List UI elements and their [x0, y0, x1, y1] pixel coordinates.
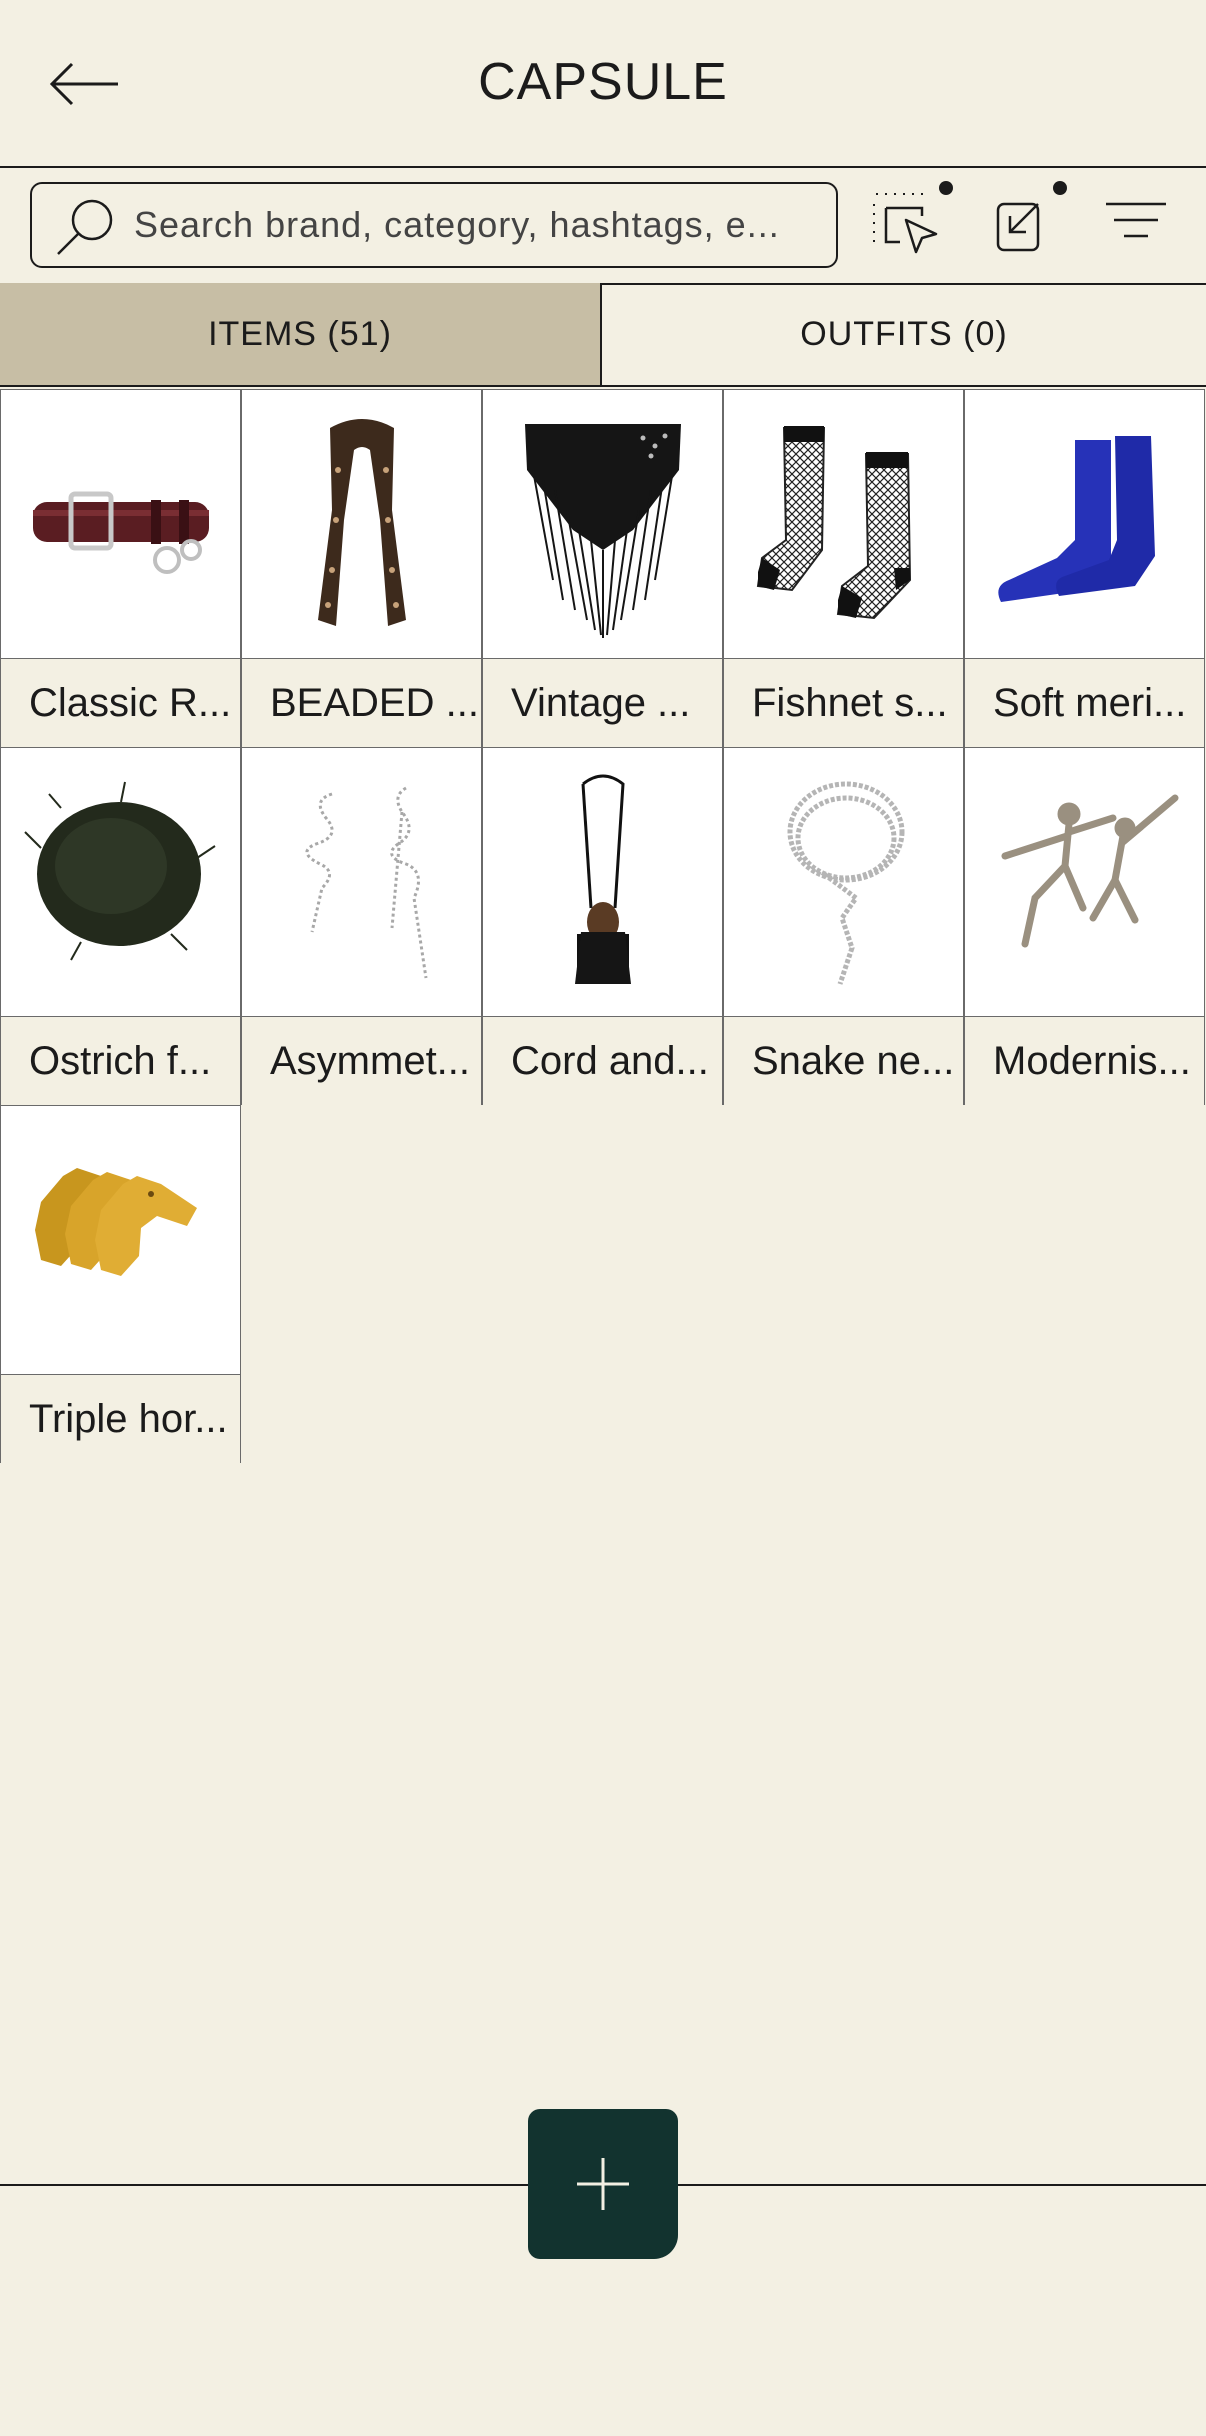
item-card[interactable]: Classic R... [0, 389, 241, 748]
item-card[interactable]: Asymmet... [241, 747, 482, 1106]
plus-icon [577, 2158, 629, 2210]
blue-socks-icon [998, 436, 1155, 602]
tab-items[interactable]: ITEMS (51) [0, 283, 602, 385]
item-image [1, 748, 240, 1016]
item-image [724, 390, 963, 658]
asymmetric-earrings-icon [305, 786, 428, 979]
search-input[interactable] [134, 184, 824, 266]
select-cursor-icon [873, 181, 953, 254]
item-image [965, 748, 1204, 1016]
select-button[interactable] [866, 176, 956, 266]
filter-button[interactable] [1100, 190, 1180, 260]
fringe-shawl-icon [525, 424, 681, 638]
item-image [1, 390, 240, 658]
tab-bar: ITEMS (51) OUTFITS (0) [0, 283, 1206, 387]
item-label: Fishnet s... [724, 658, 963, 748]
divider [0, 385, 1206, 387]
item-image [724, 748, 963, 1016]
item-label: Ostrich f... [1, 1016, 240, 1106]
item-image [483, 748, 722, 1016]
item-image [242, 748, 481, 1016]
item-label: Triple hor... [1, 1374, 240, 1464]
search-icon [57, 199, 113, 255]
item-card[interactable]: Cord and... [482, 747, 723, 1106]
item-card[interactable]: Modernis... [964, 747, 1205, 1106]
share-arrow-icon [996, 181, 1067, 252]
item-card[interactable]: Soft meri... [964, 389, 1205, 748]
add-item-button[interactable] [528, 2109, 678, 2259]
item-label: Classic R... [1, 658, 240, 748]
horse-brooch-icon [35, 1168, 197, 1276]
item-card[interactable]: Fishnet s... [723, 389, 964, 748]
modernist-brooch-icon [1001, 794, 1179, 948]
item-card[interactable]: Ostrich f... [0, 747, 241, 1106]
item-image [1, 1106, 240, 1374]
item-label: Modernis... [965, 1016, 1204, 1106]
header: CAPSULE [0, 0, 1206, 167]
belt-icon [33, 491, 209, 574]
item-label: Cord and... [483, 1016, 722, 1106]
filter-icon [1106, 202, 1166, 238]
item-label: Snake ne... [724, 1016, 963, 1106]
snake-necklace-icon [787, 781, 905, 985]
item-card[interactable]: BEADED ... [241, 389, 482, 748]
search-bar[interactable] [30, 182, 838, 268]
tab-outfits[interactable]: OUTFITS (0) [602, 283, 1206, 385]
divider [0, 166, 1206, 168]
item-image [965, 390, 1204, 658]
item-image [483, 390, 722, 658]
items-grid: Classic R... BEADED ... Vintage ... Fish… [0, 389, 1206, 1465]
fishnet-socks-icon [756, 426, 912, 620]
item-label: Soft meri... [965, 658, 1204, 748]
page-title: CAPSULE [478, 53, 728, 111]
item-image [242, 390, 481, 658]
item-label: Asymmet... [242, 1016, 481, 1106]
beaded-scarf-icon [318, 419, 406, 626]
ostrich-feather-icon [24, 781, 216, 961]
item-card[interactable]: Triple hor... [0, 1105, 241, 1464]
cord-necklace-icon [575, 774, 631, 984]
item-label: BEADED ... [242, 658, 481, 748]
item-card[interactable]: Snake ne... [723, 747, 964, 1106]
item-label: Vintage ... [483, 658, 722, 748]
item-card[interactable]: Vintage ... [482, 389, 723, 748]
export-button[interactable] [990, 176, 1080, 266]
